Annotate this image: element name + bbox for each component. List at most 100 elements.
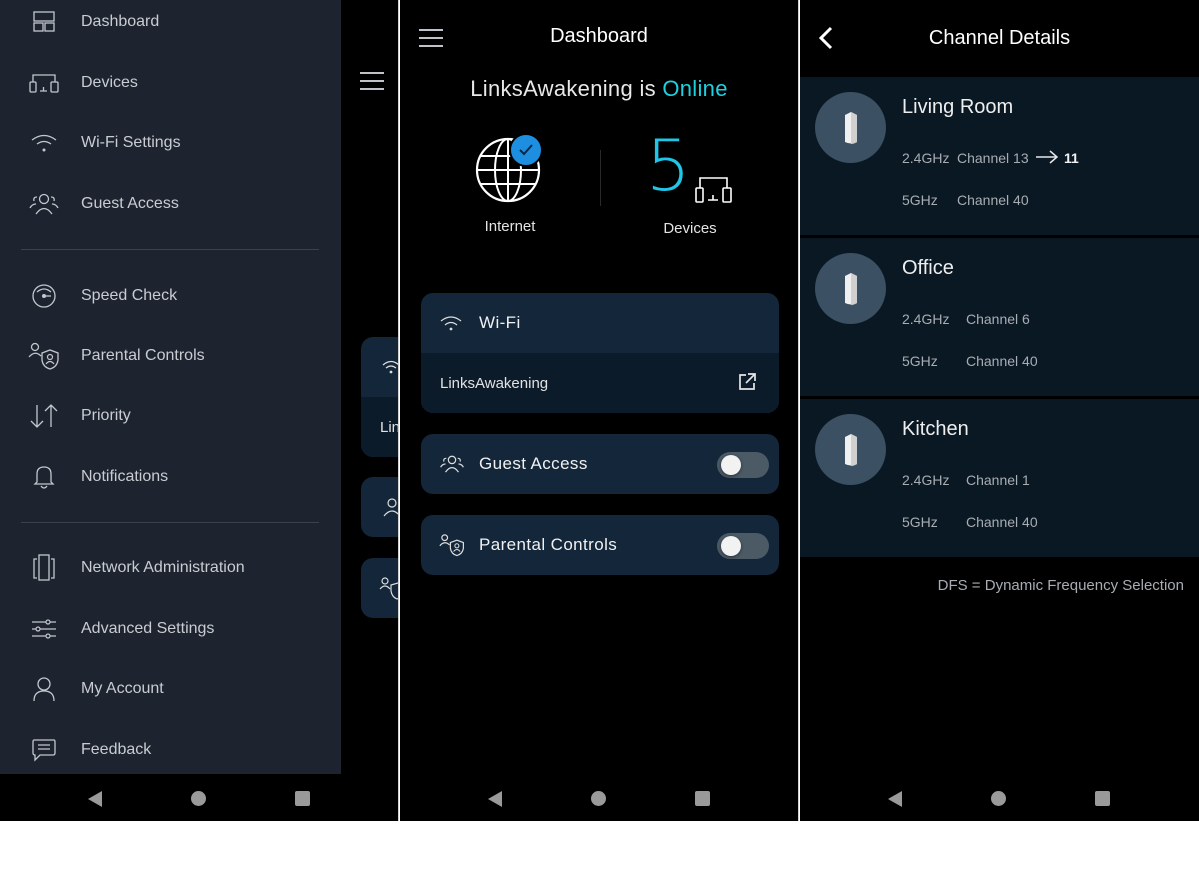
drawer-item-notifications[interactable]: Notifications [0,455,341,499]
dfs-footnote: DFS = Dynamic Frequency Selection [937,577,1184,594]
drawer-item-speed-check[interactable]: Speed Check [0,274,341,318]
android-nav-bar [800,774,1199,821]
drawer-item-my-account[interactable]: My Account [0,667,341,711]
drawer-item-advanced-settings[interactable]: Advanced Settings [0,607,341,651]
internet-status[interactable]: Internet [460,132,560,235]
user-icon [28,673,60,705]
drawer-item-wifi-settings[interactable]: Wi-Fi Settings [0,121,341,165]
drawer-item-label: Speed Check [81,287,178,304]
back-icon[interactable] [488,791,502,807]
guest-access-icon [28,188,60,220]
drawer-item-label: Wi-Fi Settings [81,134,181,151]
guest-access-label: Guest Access [479,454,588,473]
guest-access-toggle[interactable] [717,452,769,478]
guest-card-partial[interactable] [361,477,398,537]
page-title: Channel Details [928,27,1071,49]
guest-access-card: Guest Access [421,434,779,494]
drawer-item-guest-access[interactable]: Guest Access [0,182,341,226]
router-node-icon [844,111,857,144]
page-title: Dashboard [550,25,648,47]
android-nav-bar [0,774,398,821]
band-label: 5GHz [902,514,938,530]
speedometer-icon [28,280,60,312]
device-count: 5 [646,125,691,207]
wifi-network-partial: Lin [361,397,398,457]
node-name: Living Room [902,96,1014,118]
status-badge: Online [662,76,728,101]
recent-apps-icon[interactable] [1095,791,1110,806]
arrow-right-icon [1036,150,1059,164]
drawer-item-network-administration[interactable]: Network Administration [0,546,341,590]
new-channel-value: 11 [1064,150,1079,166]
parental-card-partial[interactable] [361,558,398,618]
toggle-knob [721,536,741,556]
node-card-office[interactable]: Office 2.4GHz Channel 6 5GHz Channel 40 [800,238,1199,396]
devices-icon [28,67,60,99]
wifi-card-header[interactable]: Wi-Fi [421,293,779,353]
dashboard-screen: Dashboard LinksAwakening is Online Inter… [400,0,799,821]
devices-status[interactable]: 5 Devices [640,126,740,237]
home-icon[interactable] [991,791,1006,806]
toggle-knob [721,455,741,475]
drawer-divider [21,249,319,250]
drawer-item-priority[interactable]: Priority [0,394,341,438]
node-card-living-room[interactable]: Living Room 2.4GHz Channel 13 11 5GHz Ch… [800,77,1199,235]
guest-access-icon [383,498,398,517]
parental-controls-icon [28,340,60,372]
drawer-item-label: Feedback [81,741,152,758]
band-label: 2.4GHz [902,311,950,327]
home-icon[interactable] [591,791,606,806]
band-label: 5GHz [902,192,938,208]
stats-divider [600,150,601,206]
wifi-icon [440,316,462,331]
external-link-icon[interactable] [737,372,757,392]
internet-label: Internet [484,218,536,235]
drawer-item-label: Notifications [81,468,169,485]
recent-apps-icon[interactable] [695,791,710,806]
router-node-icon [844,272,857,305]
channel-value: Channel 40 [966,514,1038,530]
globe-icon [475,133,543,203]
guest-access-row: Guest Access [421,434,779,494]
node-card-kitchen[interactable]: Kitchen 2.4GHz Channel 1 5GHz Channel 40 [800,399,1199,557]
wifi-card-partial[interactable]: Lin [361,337,398,457]
parental-controls-toggle[interactable] [717,533,769,559]
node-avatar [815,414,886,485]
back-icon[interactable] [888,791,902,807]
parental-controls-row: Parental Controls [421,515,779,575]
parental-controls-icon [379,577,398,600]
channel-value: Channel 1 [966,472,1030,488]
android-nav-bar [400,774,798,821]
guest-access-icon [440,455,464,473]
devices-label: Devices [663,220,717,237]
band-label: 5GHz [902,353,938,369]
back-icon[interactable] [88,791,102,807]
home-icon[interactable] [191,791,206,806]
parental-controls-label: Parental Controls [479,535,618,554]
wifi-network-row[interactable]: LinksAwakening [421,353,779,413]
drawer-item-label: Parental Controls [81,347,205,364]
dashboard-icon [28,6,60,38]
nav-drawer: Dashboard Devices Wi-Fi Settings Guest A… [0,0,341,774]
network-status: LinksAwakening is Online [400,76,798,102]
wifi-card: Wi-Fi LinksAwakening [421,293,779,413]
recent-apps-icon[interactable] [295,791,310,806]
channel-value: Channel 40 [966,353,1038,369]
router-node-icon [844,433,857,466]
drawer-item-dashboard[interactable]: Dashboard [0,0,341,44]
drawer-item-label: Network Administration [81,559,245,576]
node-name: Office [902,257,954,279]
drawer-item-label: Devices [81,74,138,91]
nav-drawer-screen: Lin Dashboard Devices Wi-Fi Settings Gue… [0,0,399,821]
menu-icon[interactable] [360,72,384,90]
node-avatar [815,253,886,324]
drawer-item-label: My Account [81,680,164,697]
drawer-item-parental-controls[interactable]: Parental Controls [0,334,341,378]
drawer-item-label: Dashboard [81,13,160,30]
node-avatar [815,92,886,163]
drawer-item-devices[interactable]: Devices [0,61,341,105]
bell-icon [28,461,60,493]
sliders-icon [28,613,60,645]
band-label: 2.4GHz [902,150,950,166]
drawer-item-feedback[interactable]: Feedback [0,728,341,772]
